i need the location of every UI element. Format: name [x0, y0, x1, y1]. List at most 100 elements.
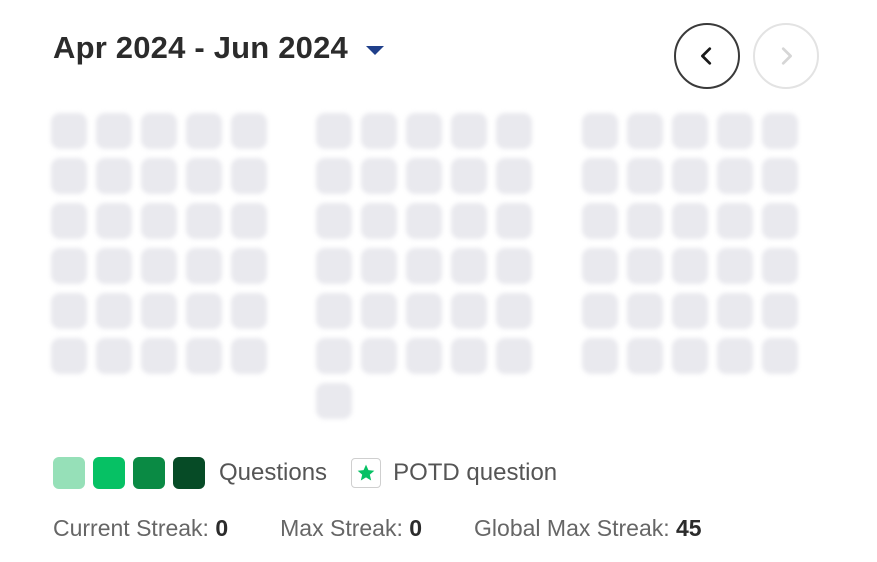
day-cell[interactable]: [186, 338, 222, 374]
day-cell[interactable]: [231, 248, 267, 284]
day-cell[interactable]: [141, 158, 177, 194]
day-cell[interactable]: [717, 113, 753, 149]
day-cell[interactable]: [627, 338, 663, 374]
day-cell[interactable]: [361, 338, 397, 374]
day-cell[interactable]: [762, 113, 798, 149]
day-cell[interactable]: [451, 338, 487, 374]
day-cell[interactable]: [451, 248, 487, 284]
date-range-dropdown[interactable]: Apr 2024 - Jun 2024: [53, 30, 385, 66]
day-cell[interactable]: [496, 338, 532, 374]
day-cell[interactable]: [51, 203, 87, 239]
max-streak: Max Streak: 0: [280, 515, 422, 542]
day-cell[interactable]: [51, 113, 87, 149]
day-cell[interactable]: [316, 113, 352, 149]
day-cell[interactable]: [316, 158, 352, 194]
day-cell[interactable]: [141, 248, 177, 284]
chevron-right-icon: [781, 47, 792, 65]
day-cell[interactable]: [672, 338, 708, 374]
previous-range-button[interactable]: [674, 23, 740, 89]
day-cell[interactable]: [717, 203, 753, 239]
day-cell[interactable]: [762, 293, 798, 329]
day-cell[interactable]: [672, 113, 708, 149]
day-cell[interactable]: [231, 203, 267, 239]
day-cell[interactable]: [361, 248, 397, 284]
day-cell[interactable]: [762, 158, 798, 194]
day-cell[interactable]: [672, 158, 708, 194]
day-cell[interactable]: [762, 248, 798, 284]
day-cell[interactable]: [762, 338, 798, 374]
day-cell[interactable]: [496, 203, 532, 239]
day-cell[interactable]: [141, 338, 177, 374]
day-cell[interactable]: [496, 113, 532, 149]
day-cell[interactable]: [451, 113, 487, 149]
next-range-button[interactable]: [753, 23, 819, 89]
day-cell[interactable]: [231, 158, 267, 194]
day-cell[interactable]: [51, 158, 87, 194]
day-cell[interactable]: [627, 248, 663, 284]
day-cell[interactable]: [672, 293, 708, 329]
day-cell[interactable]: [361, 293, 397, 329]
day-cell[interactable]: [627, 158, 663, 194]
day-cell[interactable]: [361, 113, 397, 149]
day-cell[interactable]: [406, 113, 442, 149]
day-cell[interactable]: [672, 203, 708, 239]
day-cell[interactable]: [451, 293, 487, 329]
current-streak: Current Streak: 0: [53, 515, 228, 542]
day-cell[interactable]: [316, 338, 352, 374]
day-cell[interactable]: [451, 203, 487, 239]
day-cell[interactable]: [406, 338, 442, 374]
day-cell[interactable]: [582, 203, 618, 239]
day-cell[interactable]: [496, 248, 532, 284]
day-cell[interactable]: [231, 293, 267, 329]
day-cell[interactable]: [231, 113, 267, 149]
day-cell[interactable]: [582, 113, 618, 149]
day-cell[interactable]: [96, 293, 132, 329]
day-cell[interactable]: [51, 338, 87, 374]
day-cell[interactable]: [406, 203, 442, 239]
legend-potd-label: POTD question: [393, 459, 558, 486]
day-cell[interactable]: [316, 203, 352, 239]
day-cell[interactable]: [316, 248, 352, 284]
day-cell[interactable]: [96, 113, 132, 149]
day-cell[interactable]: [627, 293, 663, 329]
day-cell[interactable]: [717, 248, 753, 284]
day-cell[interactable]: [231, 338, 267, 374]
day-cell[interactable]: [141, 203, 177, 239]
day-cell[interactable]: [186, 293, 222, 329]
day-cell[interactable]: [96, 338, 132, 374]
day-cell[interactable]: [361, 203, 397, 239]
day-cell[interactable]: [496, 293, 532, 329]
day-cell[interactable]: [96, 158, 132, 194]
caret-down-icon: [366, 45, 385, 55]
day-cell[interactable]: [672, 248, 708, 284]
day-cell[interactable]: [762, 203, 798, 239]
day-cell[interactable]: [361, 158, 397, 194]
day-cell[interactable]: [582, 248, 618, 284]
day-cell[interactable]: [316, 293, 352, 329]
day-cell[interactable]: [141, 293, 177, 329]
day-cell[interactable]: [96, 248, 132, 284]
day-cell[interactable]: [717, 158, 753, 194]
day-cell[interactable]: [717, 293, 753, 329]
day-cell[interactable]: [582, 293, 618, 329]
day-cell[interactable]: [496, 158, 532, 194]
day-cell[interactable]: [51, 248, 87, 284]
day-cell[interactable]: [186, 248, 222, 284]
day-cell[interactable]: [96, 203, 132, 239]
day-cell[interactable]: [141, 113, 177, 149]
day-cell[interactable]: [406, 248, 442, 284]
day-cell[interactable]: [451, 158, 487, 194]
day-cell[interactable]: [582, 158, 618, 194]
day-cell[interactable]: [186, 113, 222, 149]
legend-level-2-swatch: [93, 457, 125, 489]
day-cell[interactable]: [186, 158, 222, 194]
day-cell[interactable]: [406, 293, 442, 329]
day-cell[interactable]: [627, 113, 663, 149]
day-cell[interactable]: [406, 158, 442, 194]
day-cell[interactable]: [717, 338, 753, 374]
day-cell[interactable]: [51, 293, 87, 329]
day-cell[interactable]: [316, 383, 352, 419]
day-cell[interactable]: [627, 203, 663, 239]
day-cell[interactable]: [582, 338, 618, 374]
day-cell[interactable]: [186, 203, 222, 239]
